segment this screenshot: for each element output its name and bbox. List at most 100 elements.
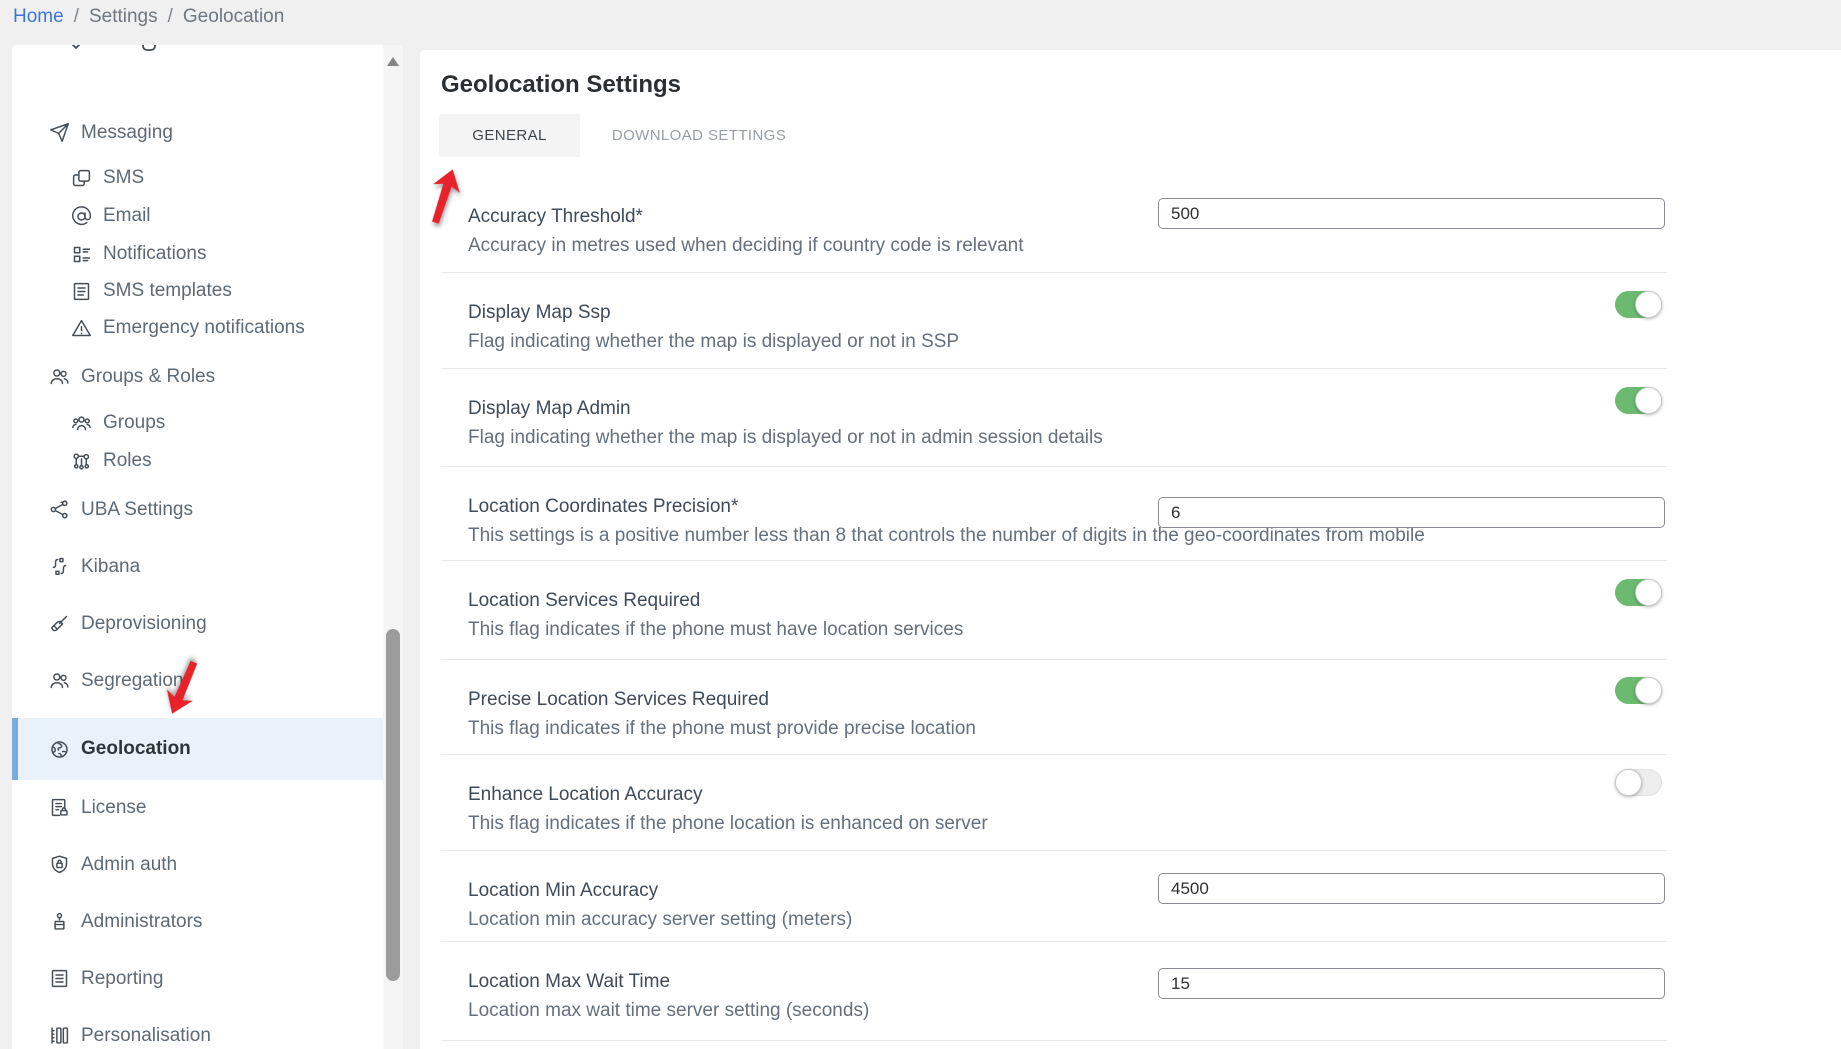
sidebar-item-emergency-notifications[interactable]: Emergency notifications <box>12 309 383 347</box>
setting-text: Precise Location Services Required This … <box>468 689 976 740</box>
sidebar-item-label: Reporting <box>81 968 163 990</box>
sidebar-item-roles[interactable]: Roles <box>12 442 383 480</box>
setting-description: This flag indicates if the phone must ha… <box>468 619 963 641</box>
accuracy-threshold-input[interactable] <box>1158 198 1665 229</box>
precise-location-services-required-toggle[interactable] <box>1615 677 1662 704</box>
setting-label: Enhance Location Accuracy <box>468 784 988 806</box>
setting-row-location-max-wait-time: Location Max Wait Time Location max wait… <box>441 942 1667 1041</box>
sidebar-item-label: UBA Settings <box>81 499 193 521</box>
setting-label: Location Services Required <box>468 590 963 612</box>
setting-description: Accuracy in metres used when deciding if… <box>468 235 1024 257</box>
report-icon <box>48 968 70 990</box>
administrator-icon <box>48 911 70 933</box>
sidebar-item-personalisation[interactable]: Personalisation <box>12 1007 383 1049</box>
sidebar-item-uba-settings[interactable]: UBA Settings <box>12 481 383 538</box>
setting-text: Location Services Required This flag ind… <box>468 590 963 641</box>
sidebar-item-label: Administrators <box>81 911 202 933</box>
sidebar-item-email[interactable]: Email <box>12 197 383 235</box>
setting-row-enhance-location-accuracy: Enhance Location Accuracy This flag indi… <box>441 755 1667 851</box>
document-lines-icon <box>70 280 92 302</box>
sidebar-item-label: Personalisation <box>81 1025 211 1047</box>
geolocation-settings-panel: Geolocation Settings GENERAL DOWNLOAD SE… <box>420 50 1841 1049</box>
sidebar-item-groups-roles[interactable]: Groups & Roles <box>12 348 383 405</box>
setting-row-location-services-required: Location Services Required This flag ind… <box>441 561 1667 660</box>
sidebar-item-notifications[interactable]: Notifications <box>12 235 383 273</box>
sidebar-scrollbar-track[interactable] <box>383 45 403 1049</box>
display-map-ssp-toggle[interactable] <box>1615 291 1662 318</box>
sidebar-item-label: SMS <box>103 167 144 189</box>
sidebar-item-reporting[interactable]: Reporting <box>12 950 383 1007</box>
users-icon <box>48 366 70 388</box>
sidebar-item-label: Groups & Roles <box>81 366 215 388</box>
sidebar-item-sms[interactable]: SMS <box>12 159 383 197</box>
sidebar-item-license[interactable]: License <box>12 779 383 836</box>
setting-description: This flag indicates if the phone must pr… <box>468 718 976 740</box>
sidebar-item-deprovisioning[interactable]: Deprovisioning <box>12 595 383 652</box>
setting-label: Location Max Wait Time <box>468 971 869 993</box>
sidebar-item-admin-auth[interactable]: Admin auth <box>12 836 383 893</box>
setting-text: Display Map Admin Flag indicating whethe… <box>468 398 1103 449</box>
send-icon <box>48 122 70 144</box>
toggle-knob <box>1635 677 1662 704</box>
settings-tabbar: GENERAL DOWNLOAD SETTINGS <box>439 114 818 157</box>
sidebar-scrollbar-thumb[interactable] <box>386 629 400 981</box>
sidebar-item-label: Notifications <box>103 243 207 265</box>
location-coordinates-precision-input[interactable] <box>1158 497 1665 528</box>
broom-icon <box>48 613 70 635</box>
sidebar-item-segregation[interactable]: Segregation <box>12 652 383 709</box>
setting-row-location-coordinates-precision: Location Coordinates Precision* This set… <box>441 467 1667 561</box>
sidebar-item-label: Emergency notifications <box>103 317 305 339</box>
scroll-up-arrow-icon[interactable] <box>387 57 399 66</box>
sidebar-item-kibana[interactable]: Kibana <box>12 538 383 595</box>
setting-description: This settings is a positive number less … <box>468 525 1425 547</box>
setting-label: Precise Location Services Required <box>468 689 976 711</box>
at-sign-icon <box>70 205 92 227</box>
setting-description: Location max wait time server setting (s… <box>468 1000 869 1022</box>
toggle-knob <box>1635 387 1662 414</box>
display-map-admin-toggle[interactable] <box>1615 387 1662 414</box>
sidebar-item-label: Email <box>103 205 151 227</box>
setting-description: Flag indicating whether the map is displ… <box>468 427 1103 449</box>
page-title: Geolocation Settings <box>441 71 681 99</box>
sidebar-item-groups[interactable]: Groups <box>12 404 383 442</box>
sidebar-item-label: SMS templates <box>103 280 232 302</box>
sidebar-item-label: Kibana <box>81 556 140 578</box>
breadcrumb-home-link[interactable]: Home <box>13 6 64 28</box>
sidebar-item-geolocation[interactable]: Geolocation <box>12 718 383 780</box>
sidebar-item-messaging[interactable]: Messaging <box>12 104 383 161</box>
setting-description: Flag indicating whether the map is displ… <box>468 331 959 353</box>
location-max-wait-time-input[interactable] <box>1158 968 1665 999</box>
shield-lock-icon <box>48 854 70 876</box>
sidebar-item-administrators[interactable]: Administrators <box>12 893 383 950</box>
notifications-icon <box>70 243 92 265</box>
sms-icon <box>70 167 92 189</box>
setting-label: Display Map Ssp <box>468 302 959 324</box>
license-icon <box>48 797 70 819</box>
setting-row-display-map-ssp: Display Map Ssp Flag indicating whether … <box>441 273 1667 369</box>
settings-sidebar: Messaging SMS Email Notifications SMS te… <box>12 45 403 1049</box>
toggle-knob <box>1635 579 1662 606</box>
tab-download-settings[interactable]: DOWNLOAD SETTINGS <box>580 114 818 157</box>
setting-row-precise-location-services-required: Precise Location Services Required This … <box>441 660 1667 755</box>
setting-row-display-map-admin: Display Map Admin Flag indicating whethe… <box>441 369 1667 467</box>
enhance-location-accuracy-toggle[interactable] <box>1615 769 1662 796</box>
kibana-icon <box>48 556 70 578</box>
setting-description: Location min accuracy server setting (me… <box>468 909 852 931</box>
hierarchy-icon <box>70 450 92 472</box>
sidebar-item-label: Geolocation <box>81 738 191 760</box>
breadcrumb: Home / Settings / Geolocation <box>13 2 284 32</box>
share-nodes-icon <box>48 499 70 521</box>
sidebar-item-label: Roles <box>103 450 152 472</box>
setting-label: Accuracy Threshold* <box>468 206 1024 228</box>
location-min-accuracy-input[interactable] <box>1158 873 1665 904</box>
location-services-required-toggle[interactable] <box>1615 579 1662 606</box>
sidebar-item-label: Segregation <box>81 670 183 692</box>
tab-general[interactable]: GENERAL <box>439 114 580 157</box>
warning-triangle-icon <box>70 317 92 339</box>
sidebar-item-sms-templates[interactable]: SMS templates <box>12 272 383 310</box>
setting-label: Location Min Accuracy <box>468 880 852 902</box>
sidebar-menu: Messaging SMS Email Notifications SMS te… <box>12 45 383 1049</box>
setting-label: Display Map Admin <box>468 398 1103 420</box>
toggle-knob <box>1615 769 1642 796</box>
sidebar-item-label: Admin auth <box>81 854 177 876</box>
